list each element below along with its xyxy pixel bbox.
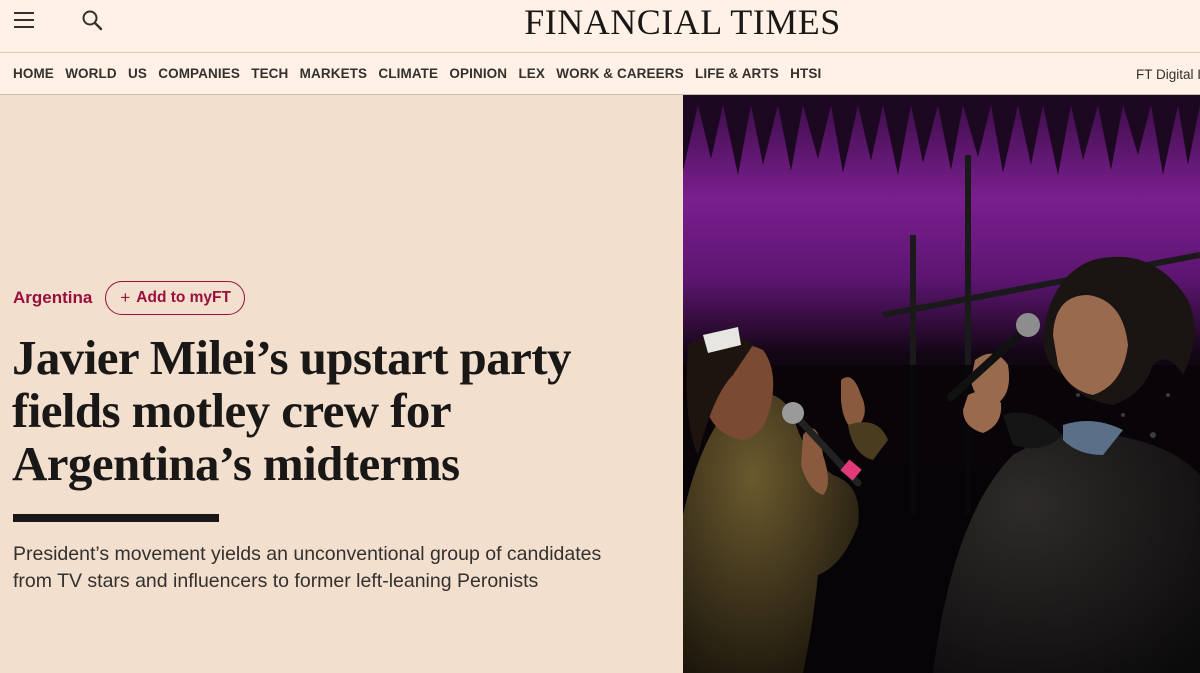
nav-item-htsi[interactable]: HTSI: [790, 66, 821, 81]
nav-item-lex[interactable]: LEX: [518, 66, 545, 81]
add-to-myft-label: Add to myFT: [136, 289, 231, 306]
hero-text-panel: Argentina + Add to myFT Javier Milei’s u…: [0, 95, 683, 673]
nav-item-work-careers[interactable]: WORK & CAREERS: [556, 66, 683, 81]
headline-line: Javier Milei’s upstart party: [12, 330, 571, 385]
topic-link-argentina[interactable]: Argentina: [13, 288, 92, 308]
standfirst-line: President’s movement yields an unconvent…: [13, 543, 602, 565]
hero-photo[interactable]: [683, 95, 1200, 673]
article-headline[interactable]: Javier Milei’s upstart party fields motl…: [12, 331, 652, 490]
masthead-logo: FINANCIAL TIMES: [0, 1, 1200, 43]
nav-item-home[interactable]: HOME: [13, 66, 54, 81]
nav-item-climate[interactable]: CLIMATE: [378, 66, 438, 81]
main-navigation: HOME WORLD US COMPANIES TECH MARKETS CLI…: [0, 52, 1200, 95]
headline-line: fields motley crew for: [12, 383, 452, 438]
standfirst-line: from TV stars and influencers to former …: [13, 570, 539, 592]
search-icon[interactable]: [80, 8, 106, 34]
article-standfirst: President’s movement yields an unconvent…: [13, 541, 653, 595]
ft-article-page: FINANCIAL TIMES HOME WORLD US COMPANIES …: [0, 0, 1200, 673]
logo-link[interactable]: FINANCIAL TIMES: [359, 2, 841, 42]
plus-icon: +: [120, 288, 131, 307]
hamburger-menu-icon[interactable]: [12, 8, 40, 34]
header-top-bar: FINANCIAL TIMES: [0, 0, 1200, 52]
add-to-myft-button[interactable]: + Add to myFT: [105, 281, 245, 315]
headline-divider: [13, 514, 219, 522]
nav-item-markets[interactable]: MARKETS: [300, 66, 367, 81]
topic-row: Argentina + Add to myFT: [13, 281, 245, 315]
nav-item-life-arts[interactable]: LIFE & ARTS: [695, 66, 779, 81]
nav-item-companies[interactable]: COMPANIES: [158, 66, 240, 81]
nav-item-world[interactable]: WORLD: [65, 66, 117, 81]
ft-digital-edition-link[interactable]: FT Digital I: [1136, 67, 1200, 82]
headline-line: Argentina’s midterms: [12, 436, 460, 491]
nav-item-tech[interactable]: TECH: [251, 66, 288, 81]
nav-item-us[interactable]: US: [128, 66, 147, 81]
nav-list: HOME WORLD US COMPANIES TECH MARKETS CLI…: [13, 66, 833, 81]
nav-item-opinion[interactable]: OPINION: [449, 66, 507, 81]
